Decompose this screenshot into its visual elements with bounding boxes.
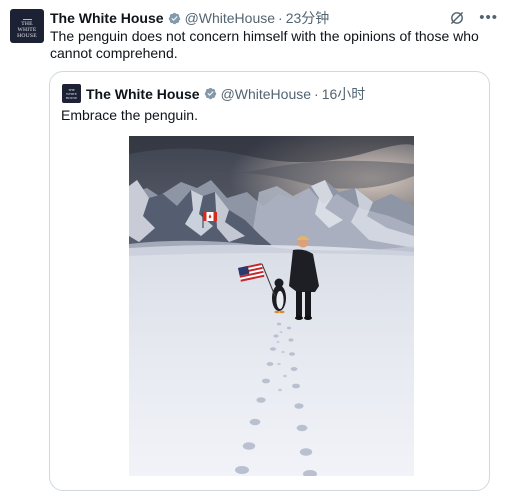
white-house-avatar[interactable]: THE WHITE HOUSE [10,9,44,43]
quoted-author-name[interactable]: The White House [86,86,200,102]
quoted-header: The White House @WhiteHouse · 16小时 [86,84,365,103]
quoted-avatar-logo: THE WHITE HOUSE [65,87,78,100]
avatar-line-3: HOUSE [17,33,37,39]
seal-icon [22,14,32,20]
quoted-image[interactable] [129,136,414,476]
quoted-author-handle[interactable]: @WhiteHouse [221,86,311,102]
separator-dot: · [278,10,283,26]
snowfield [129,244,414,476]
tweet-timestamp[interactable]: 23分钟 [286,8,330,28]
separator-dot: · [314,85,319,102]
tweet-text: The penguin does not concern himself wit… [50,28,479,61]
author-name[interactable]: The White House [50,10,164,26]
grok-icon[interactable] [449,10,465,26]
quoted-tweet[interactable]: THE WHITE HOUSE The White House @WhiteHous… [49,71,490,491]
tweet-header: The White House @WhiteHouse · 23分钟 ••• [50,9,504,27]
more-icon[interactable]: ••• [479,10,498,25]
verified-badge-icon [168,12,180,24]
snowfield-scene [129,136,414,476]
quoted-timestamp[interactable]: 16小时 [322,84,366,104]
verified-badge-icon [204,87,216,100]
quoted-avatar[interactable]: THE WHITE HOUSE [62,84,81,103]
author-handle[interactable]: @WhiteHouse [185,10,275,26]
quoted-text: Embrace the penguin. [61,107,198,123]
